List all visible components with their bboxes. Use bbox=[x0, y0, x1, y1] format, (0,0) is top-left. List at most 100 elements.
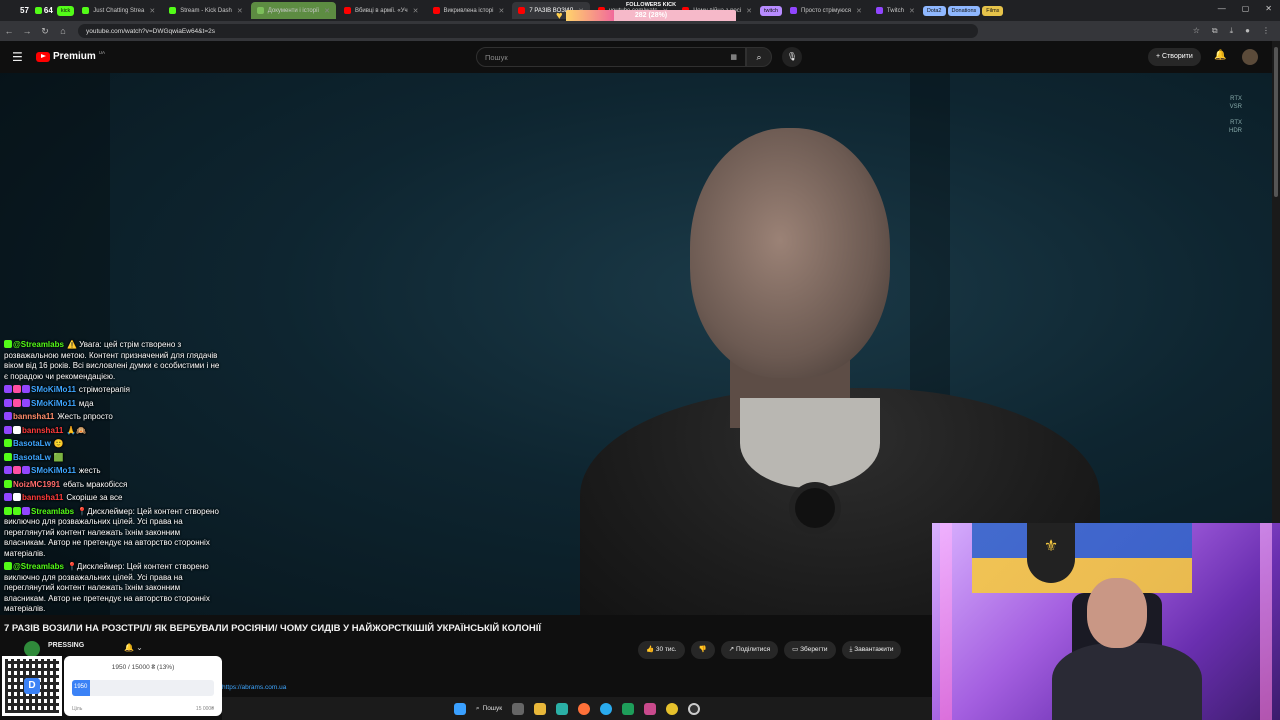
obs-icon[interactable] bbox=[688, 702, 701, 715]
ukraine-flag bbox=[972, 523, 1192, 593]
chat-badge-icon bbox=[13, 466, 21, 474]
save-button[interactable]: ▭ Зберегти bbox=[784, 641, 836, 659]
description-link[interactable]: https://abrams.com.ua bbox=[222, 684, 286, 691]
close-tab-icon[interactable]: ✕ bbox=[498, 7, 504, 15]
avatar[interactable] bbox=[1242, 49, 1258, 65]
chat-message: @Streamlabs 📍Дисклеймер: Цей контент ство… bbox=[4, 562, 224, 615]
search-input[interactable]: Пошук ▦ bbox=[476, 47, 746, 67]
hdr-label: HDR bbox=[1229, 128, 1242, 134]
close-tab-icon[interactable]: ✕ bbox=[237, 7, 243, 15]
create-button[interactable]: + Створити bbox=[1148, 48, 1201, 66]
channel-name[interactable]: PRESSING bbox=[48, 642, 84, 649]
taskbar-search[interactable]: ⌕ Пошук bbox=[476, 705, 502, 713]
dislike-button[interactable]: 👎 bbox=[690, 641, 715, 659]
youtube-logo[interactable]: Premium UA bbox=[36, 50, 105, 62]
chat-username[interactable]: NoizMC1991 bbox=[13, 480, 60, 489]
tab-item[interactable]: Викривлена історі ✕ bbox=[427, 2, 511, 19]
file-explorer-icon[interactable] bbox=[534, 702, 547, 715]
keyboard-icon[interactable]: ▦ bbox=[730, 53, 737, 61]
bookmark-pill[interactable]: Films bbox=[982, 5, 1004, 16]
close-tab-icon[interactable]: ✕ bbox=[324, 7, 330, 15]
chat-message: bannsha11 🙏🙉 bbox=[4, 425, 224, 437]
chat-badge-icon bbox=[4, 398, 12, 407]
notifications-bell-icon[interactable]: 🔔 bbox=[1214, 50, 1226, 61]
close-window-icon[interactable]: ✕ bbox=[1265, 4, 1272, 13]
donation-fill-text: 1950 bbox=[74, 684, 88, 690]
chat-badge-icon bbox=[22, 506, 30, 515]
chat-username[interactable]: SMoKiMo11 bbox=[31, 466, 76, 475]
home-icon[interactable]: ⌂ bbox=[54, 26, 72, 36]
chat-username[interactable]: SMoKiMo11 bbox=[31, 399, 76, 408]
share-button[interactable]: ↗ Поділитися bbox=[720, 641, 779, 659]
chat-badge-icon bbox=[4, 466, 12, 474]
tab-counter[interactable]: 57 64 bbox=[18, 2, 55, 19]
tab-item[interactable]: Stream - Kick Dash ✕ bbox=[163, 2, 249, 19]
chat-username[interactable]: bannsha11 bbox=[22, 493, 63, 502]
extension-icon[interactable]: ⧉ bbox=[1212, 26, 1218, 36]
chat-username[interactable]: Streamlabs bbox=[31, 507, 74, 516]
hamburger-menu-icon[interactable]: ☰ bbox=[12, 50, 23, 64]
donation-progress-fill: 1950 bbox=[72, 680, 91, 696]
chat-username[interactable]: bannsha11 bbox=[22, 426, 63, 435]
reload-icon[interactable]: ↻ bbox=[36, 26, 54, 37]
channel-avatar[interactable] bbox=[24, 641, 40, 657]
bookmark-pill[interactable]: Dota2 bbox=[922, 5, 946, 16]
tab-item[interactable]: Twitch ✕ bbox=[870, 2, 921, 19]
firefox-icon[interactable] bbox=[578, 702, 591, 715]
subscription-bell-icon[interactable]: 🔔 ⌄ bbox=[124, 643, 143, 652]
like-button[interactable]: 👍 30 тис. bbox=[638, 641, 685, 659]
url-text: youtube.com/watch?v=DWGqwiaEw64&t=2s bbox=[86, 27, 215, 35]
scrollbar-thumb[interactable] bbox=[1274, 47, 1278, 197]
menu-dots-icon[interactable]: ⋮ bbox=[1262, 26, 1270, 36]
task-view-icon[interactable] bbox=[512, 702, 525, 715]
close-tab-icon[interactable]: ✕ bbox=[746, 7, 752, 15]
search-button[interactable]: ⌕ bbox=[746, 47, 772, 67]
like-count: 30 тис. bbox=[655, 646, 677, 653]
tab-group-kick[interactable]: kick bbox=[56, 5, 75, 16]
minimize-icon[interactable]: — bbox=[1218, 4, 1226, 13]
download-button[interactable]: ⤓ Завантажити bbox=[841, 641, 902, 659]
edge-icon[interactable] bbox=[556, 702, 569, 715]
url-field[interactable]: youtube.com/watch?v=DWGqwiaEw64&t=2s bbox=[78, 24, 978, 38]
forward-icon[interactable]: → bbox=[18, 26, 36, 36]
back-icon[interactable]: ← bbox=[0, 26, 18, 36]
led-strip-left bbox=[940, 523, 952, 720]
spreadsheet-icon[interactable] bbox=[622, 702, 635, 715]
chat-username[interactable]: @Streamlabs bbox=[13, 562, 64, 571]
app-icon[interactable] bbox=[644, 702, 657, 715]
youtube-header: ☰ Premium UA Пошук ▦ ⌕ 🎙 + Створити 🔔 bbox=[0, 41, 1280, 73]
bookmark-icon[interactable]: ☆ bbox=[1193, 26, 1200, 36]
close-tab-icon[interactable]: ✕ bbox=[149, 7, 155, 15]
tab-group-pill[interactable]: twitch bbox=[759, 5, 783, 16]
twitch-icon bbox=[875, 7, 883, 14]
window-controls: — ▢ ✕ bbox=[1218, 4, 1272, 13]
chat-username[interactable]: SMoKiMo11 bbox=[31, 385, 76, 394]
tab-item[interactable]: Just Chatting Strea ✕ bbox=[76, 2, 161, 19]
counter-b: 64 bbox=[43, 6, 53, 15]
windows-start-icon[interactable] bbox=[453, 702, 466, 715]
tab-item[interactable]: Вбивці в армії. «Уч ✕ bbox=[338, 2, 425, 19]
close-tab-icon[interactable]: ✕ bbox=[856, 7, 862, 15]
chrome-icon[interactable] bbox=[666, 702, 679, 715]
tab-item[interactable]: Документи і історії ✕ bbox=[250, 2, 336, 19]
tab-item[interactable]: Просто стрімуюся ✕ bbox=[784, 2, 868, 19]
bookmark-pill[interactable]: Donations bbox=[947, 5, 981, 16]
chat-username[interactable]: BasotaLw bbox=[13, 439, 51, 448]
thumbs-down-icon: 👎 bbox=[698, 646, 707, 653]
telegram-icon[interactable] bbox=[600, 702, 613, 715]
chat-username[interactable]: BasotaLw bbox=[13, 453, 51, 462]
chat-username[interactable]: bannsha11 bbox=[13, 412, 54, 421]
profile-icon[interactable]: ● bbox=[1245, 26, 1250, 36]
page-scrollbar[interactable] bbox=[1272, 41, 1280, 523]
chat-badge-icon bbox=[13, 398, 21, 407]
kick-icon bbox=[169, 7, 177, 14]
voice-search-button[interactable]: 🎙 bbox=[782, 47, 802, 67]
streamer-webcam: ⚜ bbox=[932, 523, 1280, 720]
maximize-icon[interactable]: ▢ bbox=[1242, 4, 1250, 13]
download-icon[interactable]: ⤓ bbox=[1230, 26, 1234, 36]
close-tab-icon[interactable]: ✕ bbox=[909, 7, 915, 15]
vsr-label: VSR bbox=[1229, 104, 1242, 110]
interviewee-head bbox=[690, 128, 890, 378]
chat-username[interactable]: @Streamlabs bbox=[13, 340, 64, 349]
close-tab-icon[interactable]: ✕ bbox=[413, 7, 419, 15]
